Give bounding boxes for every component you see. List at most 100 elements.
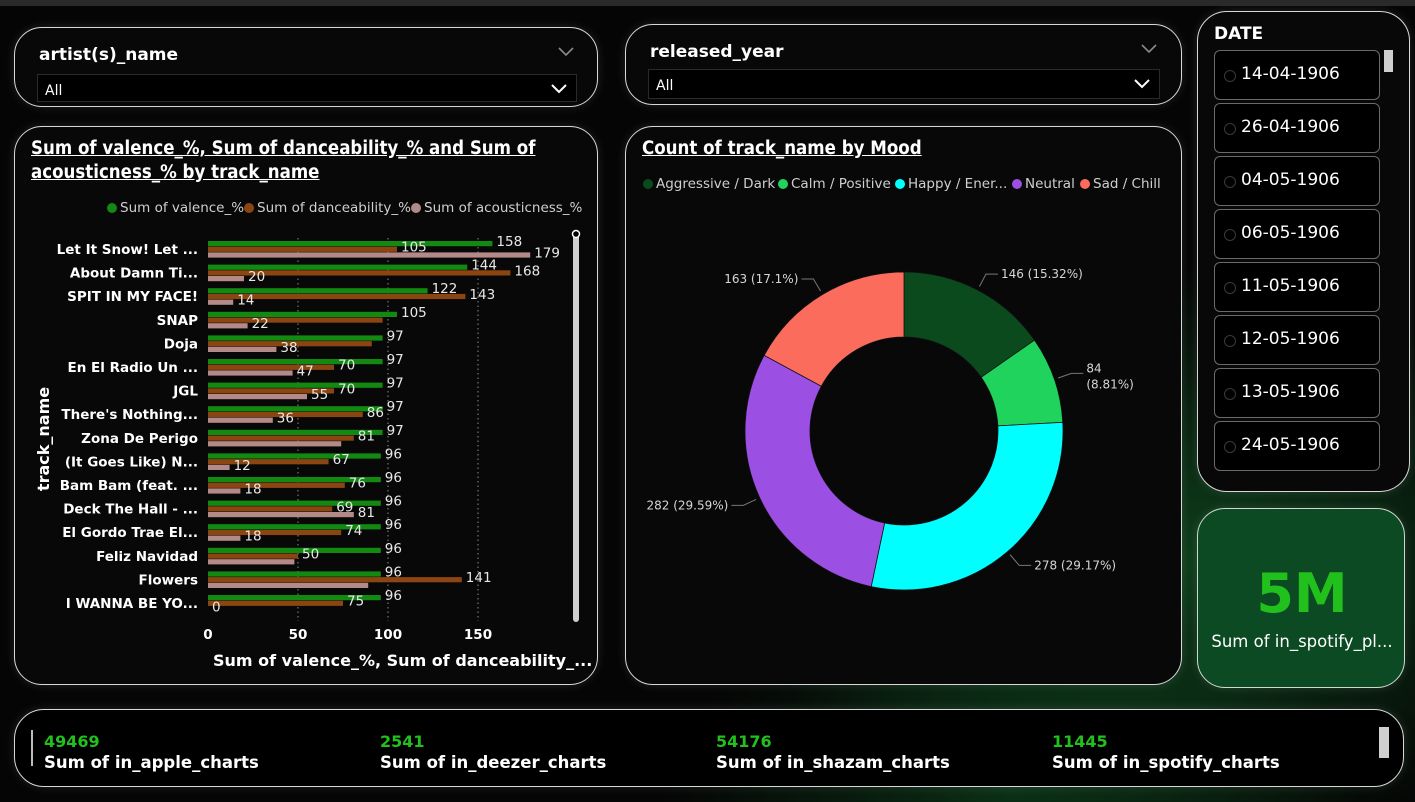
data-label: 18 (244, 481, 261, 497)
bar[interactable] (208, 571, 381, 577)
category-label: SPIT IN MY FACE! (67, 289, 198, 305)
data-label: 0 (212, 599, 221, 615)
artist-dropdown-value: All (45, 83, 63, 99)
year-dropdown[interactable]: All (648, 69, 1160, 99)
bar[interactable] (208, 276, 244, 282)
bar[interactable] (208, 577, 462, 583)
date-option[interactable]: 06-05-1906 (1214, 209, 1380, 259)
kpi-strip: 49469 Sum of in_apple_charts 2541 Sum of… (14, 709, 1404, 787)
data-label: 143 (469, 287, 495, 303)
chevron-down-icon[interactable] (1140, 43, 1158, 55)
top-strip (0, 0, 1415, 6)
radio-icon[interactable] (1224, 335, 1236, 347)
slice-label: 84 (1086, 361, 1101, 375)
bar[interactable] (208, 382, 383, 388)
bar[interactable] (208, 323, 248, 329)
kpi-apple-value: 49469 (44, 732, 100, 751)
slice-label: 282 (29.59%) (647, 498, 729, 512)
date-scrollbar[interactable] (1384, 50, 1393, 72)
bar[interactable] (208, 464, 230, 470)
radio-icon[interactable] (1224, 388, 1236, 400)
date-option[interactable]: 12-05-1906 (1214, 315, 1380, 365)
data-label: 96 (385, 470, 402, 486)
bar[interactable] (208, 600, 343, 606)
radio-icon[interactable] (1224, 282, 1236, 294)
chevron-down-icon[interactable] (557, 46, 575, 58)
bar[interactable] (208, 394, 307, 400)
bar[interactable] (208, 311, 397, 317)
bar[interactable] (208, 459, 329, 465)
leader-line (1009, 554, 1032, 566)
kpi-divider (31, 730, 33, 766)
artist-dropdown[interactable]: All (37, 74, 577, 102)
chart-scrollbar[interactable] (573, 233, 579, 622)
leader-line (1057, 372, 1084, 379)
data-label: 96 (385, 541, 402, 557)
bar[interactable] (208, 429, 383, 435)
bar[interactable] (208, 553, 298, 559)
bar[interactable] (208, 299, 234, 305)
bar[interactable] (208, 441, 342, 447)
chevron-down-icon[interactable] (550, 79, 568, 97)
category-label: Zona De Perigo (81, 431, 198, 447)
bar[interactable] (208, 512, 354, 518)
bar[interactable] (208, 346, 277, 352)
donut-slice[interactable] (744, 354, 886, 588)
bar[interactable] (208, 529, 342, 536)
y-axis-title: track_name (34, 387, 53, 491)
bar[interactable] (208, 359, 383, 365)
bar[interactable] (208, 406, 383, 412)
date-option-label: 24-05-1906 (1241, 435, 1340, 455)
bar[interactable] (208, 506, 333, 512)
bar-chart-panel: Sum of valence_%, Sum of danceability_% … (14, 126, 598, 685)
radio-icon[interactable] (1224, 229, 1236, 241)
data-label: 97 (387, 328, 404, 344)
date-option[interactable]: 11-05-1906 (1214, 262, 1380, 312)
artist-slicer-title: artist(s)_name (39, 45, 179, 65)
bar[interactable] (208, 582, 369, 588)
data-label: 14 (237, 293, 254, 309)
data-label: 96 (385, 494, 402, 510)
data-label: 97 (387, 423, 404, 439)
bar[interactable] (208, 488, 241, 494)
radio-icon[interactable] (1224, 70, 1236, 82)
bar[interactable] (208, 500, 381, 506)
date-option[interactable]: 13-05-1906 (1214, 368, 1380, 418)
donut-chart: 146 (15.32%) 84 (8.81%) 278 (29.17%) 282 (29… (647, 267, 1134, 591)
date-option[interactable]: 14-04-1906 (1214, 50, 1380, 100)
kpi-scrollbar[interactable] (1379, 727, 1389, 758)
bar[interactable] (208, 559, 295, 565)
date-option[interactable]: 04-05-1906 (1214, 156, 1380, 206)
date-option[interactable]: 24-05-1906 (1214, 421, 1380, 471)
bar[interactable] (208, 246, 397, 252)
radio-icon[interactable] (1224, 441, 1236, 453)
data-label: 96 (385, 517, 402, 533)
spotify-playlists-card: 5M Sum of in_spotify_pl... (1197, 508, 1405, 688)
category-label: El Gordo Trae El... (62, 525, 198, 541)
bar-chart: Let It Snow! Let ... 158 105 179 About Damn … (34, 229, 592, 670)
radio-icon[interactable] (1224, 176, 1236, 188)
x-tick-label: 100 (374, 627, 402, 643)
leader-line (801, 278, 821, 292)
data-label: 86 (367, 405, 384, 421)
bar[interactable] (208, 241, 493, 247)
bar[interactable] (208, 264, 468, 270)
date-option[interactable]: 26-04-1906 (1214, 103, 1380, 153)
bar[interactable] (208, 482, 345, 488)
bar[interactable] (208, 317, 383, 323)
radio-icon[interactable] (1224, 123, 1236, 135)
chevron-down-icon[interactable] (1133, 74, 1151, 92)
bar[interactable] (208, 417, 273, 423)
bar[interactable] (208, 547, 381, 553)
x-tick-label: 0 (203, 627, 212, 643)
scrollbar-handle-icon[interactable] (571, 229, 581, 239)
bar[interactable] (208, 435, 354, 441)
bar[interactable] (208, 370, 293, 376)
date-option-label: 11-05-1906 (1241, 276, 1340, 296)
bar[interactable] (208, 364, 334, 370)
bar[interactable] (208, 535, 241, 541)
data-label: 12 (234, 458, 251, 474)
year-slicer-title: released_year (650, 42, 784, 62)
data-label: 70 (338, 381, 355, 397)
data-label: 97 (387, 399, 404, 415)
